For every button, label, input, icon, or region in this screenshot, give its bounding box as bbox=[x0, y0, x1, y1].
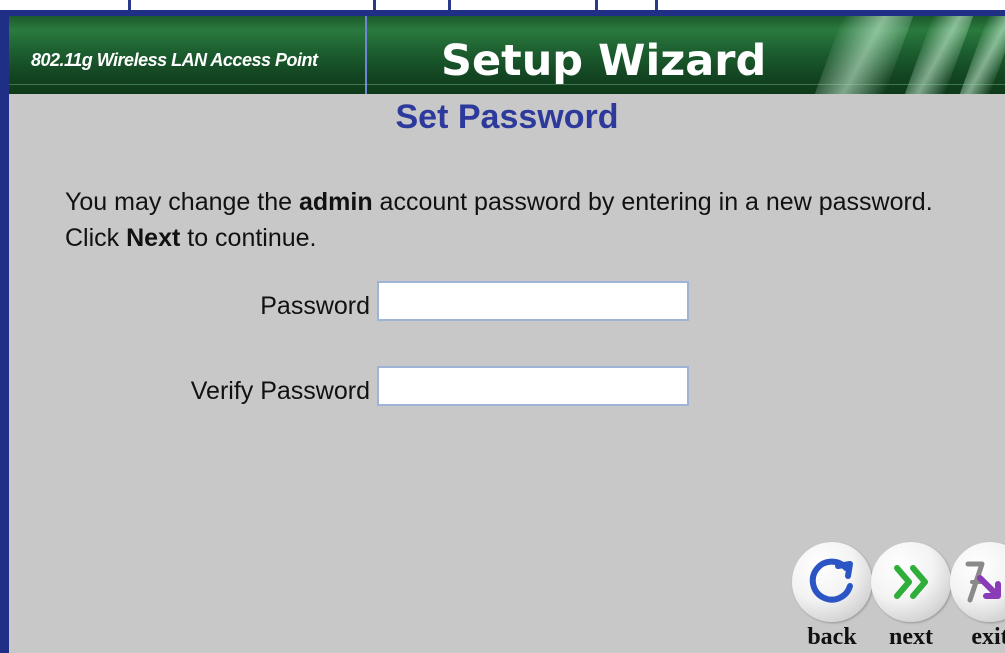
next-label: next bbox=[889, 624, 933, 650]
next-keyword: Next bbox=[126, 224, 181, 252]
verify-password-input[interactable] bbox=[377, 366, 689, 406]
banner-divider bbox=[365, 16, 367, 94]
password-label: Password bbox=[260, 292, 370, 320]
verify-password-label: Verify Password bbox=[190, 377, 370, 405]
instructions-part: You may change the bbox=[65, 188, 299, 216]
header-banner: 802.11g Wireless LAN Access Point Setup … bbox=[9, 16, 1005, 94]
double-chevron-right-icon bbox=[894, 565, 928, 599]
password-input[interactable] bbox=[377, 281, 689, 321]
account-name: admin bbox=[298, 188, 373, 216]
top-divider bbox=[128, 0, 131, 10]
window-frame: 802.11g Wireless LAN Access Point Setup … bbox=[0, 10, 1005, 653]
exit-arrow-icon bbox=[965, 561, 1001, 603]
back-label: back bbox=[807, 624, 857, 650]
exit-button[interactable]: exit bbox=[950, 542, 1005, 653]
wizard-title: Setup Wizard bbox=[441, 36, 767, 86]
instructions-text: You may change the admin account passwor… bbox=[65, 184, 985, 256]
instructions-part: to continue. bbox=[180, 224, 317, 252]
top-divider bbox=[655, 0, 658, 10]
top-strip bbox=[0, 0, 1005, 10]
next-button[interactable]: next bbox=[871, 542, 951, 653]
banner-shine bbox=[814, 16, 914, 94]
exit-label: exit bbox=[971, 624, 1005, 650]
wizard-panel: 802.11g Wireless LAN Access Point Setup … bbox=[9, 16, 1005, 653]
page-title: Set Password bbox=[395, 98, 619, 136]
top-divider bbox=[595, 0, 598, 10]
product-name: 802.11g Wireless LAN Access Point bbox=[31, 50, 318, 70]
circular-arrow-icon bbox=[809, 558, 853, 603]
back-button[interactable]: back bbox=[792, 542, 872, 653]
top-divider bbox=[373, 0, 376, 10]
top-divider bbox=[448, 0, 451, 10]
